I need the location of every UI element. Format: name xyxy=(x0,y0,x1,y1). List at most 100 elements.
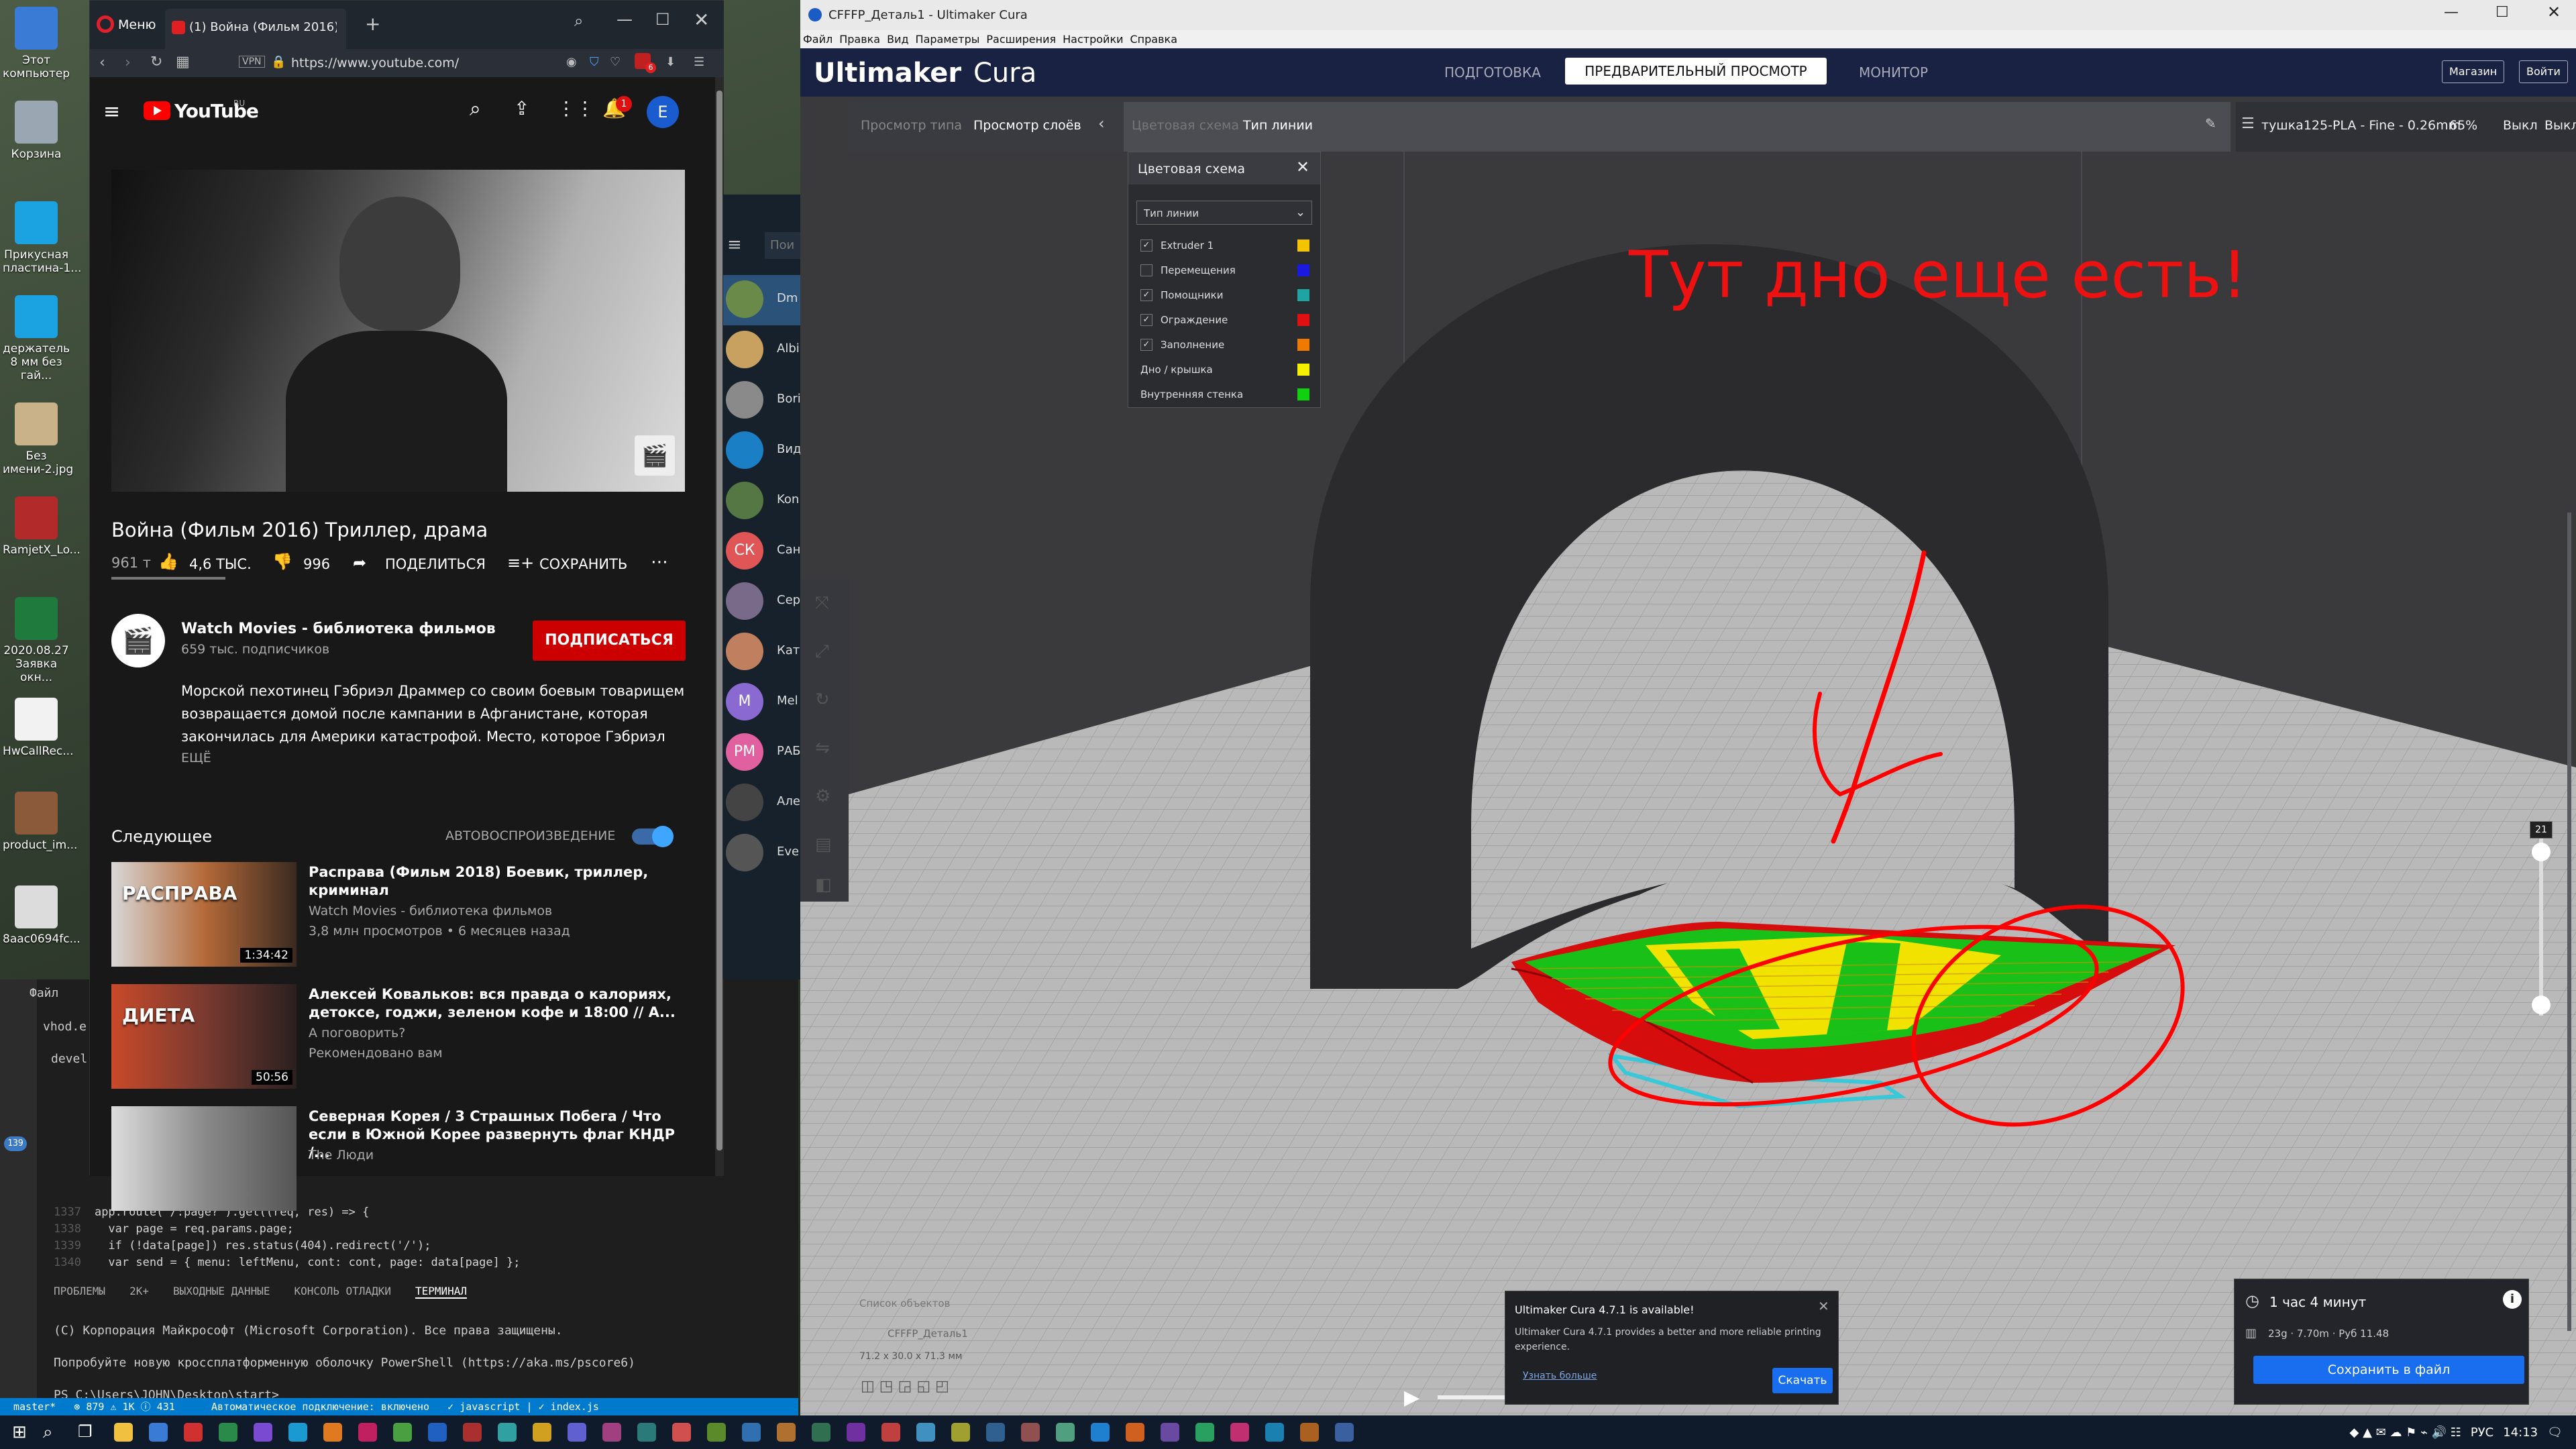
taskbar-app-icon[interactable] xyxy=(812,1423,830,1442)
tg-chat-item[interactable]: PM РАБ xyxy=(723,728,800,778)
taskbar-app-icon[interactable] xyxy=(881,1423,900,1442)
mirror-tool-icon[interactable]: ⇋ xyxy=(815,738,830,758)
speed-dial-icon[interactable]: ▦ xyxy=(176,54,190,70)
tg-chat-item[interactable]: Dm xyxy=(723,275,800,325)
taskbar-app-icon[interactable] xyxy=(742,1423,761,1442)
search-icon[interactable]: ⌕ xyxy=(574,11,583,30)
maximize-icon[interactable]: ☐ xyxy=(655,10,670,29)
taskbar-app-icon[interactable] xyxy=(1300,1423,1319,1442)
taskbar-app-icon[interactable] xyxy=(986,1423,1005,1442)
color-scheme-bar[interactable]: Цветовая схема Тип линии ✎ xyxy=(1124,102,2231,152)
taskbar-app-icon[interactable] xyxy=(288,1423,307,1442)
share-icon[interactable]: ➦ xyxy=(353,553,366,572)
vscode-tab[interactable]: vhod.e xyxy=(43,1020,87,1034)
taskbar-app-icon[interactable] xyxy=(951,1423,970,1442)
taskbar-app-icon[interactable] xyxy=(254,1423,272,1442)
taskbar-app-icon[interactable] xyxy=(847,1423,865,1442)
save-button[interactable]: СОХРАНИТЬ xyxy=(539,556,627,572)
recommendation-item[interactable]: ДИЕТА 50:56 Алексей Ковальков: вся правда … xyxy=(111,984,702,1098)
collapse-icon[interactable]: ‹ xyxy=(1098,114,1105,133)
reload-icon[interactable]: ↻ xyxy=(150,54,162,70)
vscode-tab-2[interactable]: devel xyxy=(51,1052,87,1066)
channel-name[interactable]: Watch Movies - библиотека фильмов xyxy=(181,621,496,637)
task-view-icon[interactable]: ❐ xyxy=(78,1422,93,1441)
desktop-icon[interactable]: Без имени-2.jpg xyxy=(3,402,73,476)
move-tool-icon[interactable]: ⤧ xyxy=(815,593,829,614)
info-icon[interactable]: i xyxy=(2503,1290,2522,1309)
taskbar-app-icon[interactable] xyxy=(428,1423,447,1442)
taskbar-app-icon[interactable] xyxy=(114,1423,133,1442)
avatar[interactable]: E xyxy=(647,96,679,128)
taskbar-app-icon[interactable] xyxy=(637,1423,656,1442)
yt-search-icon[interactable]: ⌕ xyxy=(470,97,481,121)
tg-search-input[interactable]: Пои xyxy=(765,232,800,259)
legend-checkbox[interactable]: ✓ xyxy=(1140,289,1152,301)
notifications-icon[interactable]: 🗨 xyxy=(2547,1426,2563,1440)
easy-setup-icon[interactable]: ☰ xyxy=(694,55,704,69)
support-blocker-icon[interactable]: ▤ xyxy=(815,835,832,855)
tg-chat-item[interactable]: СК Сан xyxy=(723,527,800,577)
sign-in-button[interactable]: Войти xyxy=(2519,60,2568,83)
tg-chat-item[interactable]: Але xyxy=(723,778,800,828)
forward-icon[interactable]: › xyxy=(125,54,131,71)
subscribe-button[interactable]: ПОДПИСАТЬСЯ xyxy=(533,621,686,661)
tg-chat-item[interactable]: Kon xyxy=(723,476,800,527)
like-icon[interactable]: 👍 xyxy=(158,552,178,571)
taskbar-app-icon[interactable] xyxy=(498,1423,517,1442)
legend-checkbox[interactable]: ✓ xyxy=(1140,339,1152,351)
clock[interactable]: 14:13 xyxy=(2503,1426,2538,1440)
legend-checkbox[interactable]: ✓ xyxy=(1140,239,1152,252)
taskbar-app-icon[interactable] xyxy=(219,1423,237,1442)
line-type-dropdown[interactable]: Тип линии ⌄ xyxy=(1136,201,1312,225)
video-thumbnail[interactable] xyxy=(111,1106,297,1211)
desktop-icon[interactable]: держатель 8 мм без гай... xyxy=(3,295,70,382)
taskbar-app-icon[interactable] xyxy=(1230,1423,1249,1442)
vscode-file-menu[interactable]: Файл xyxy=(30,986,58,1000)
recommendation-item[interactable]: Северная Корея / 3 Страшных Побега / Что… xyxy=(111,1106,702,1220)
cura-maximize-icon[interactable]: ☐ xyxy=(2496,4,2509,21)
viewport-scrollbar[interactable] xyxy=(2567,513,2571,1331)
heart-icon[interactable]: ♡ xyxy=(610,55,621,69)
desktop-icon[interactable]: Этот компьютер xyxy=(3,7,70,80)
taskbar-app-icon[interactable] xyxy=(1265,1423,1284,1442)
scale-tool-icon[interactable]: ⤢ xyxy=(815,641,829,662)
cura-menu-item[interactable]: Расширения xyxy=(986,33,1056,46)
tg-chat-item[interactable]: Кат xyxy=(723,627,800,678)
browser-tab[interactable]: (1) Война (Фильм 2016) Т xyxy=(165,9,346,49)
download-icon[interactable]: ⬇ xyxy=(665,55,676,69)
taskbar-app-icon[interactable] xyxy=(533,1423,551,1442)
tray-icons[interactable]: ◆ ▲ ✉ ☁ ⚑ ⌁ 🔊 ☷ xyxy=(2350,1426,2461,1440)
desktop-icon[interactable]: HwCallRec... xyxy=(3,698,74,758)
taskbar-app-icon[interactable] xyxy=(149,1423,168,1442)
panel-tab[interactable]: ПРОБЛЕМЫ xyxy=(54,1285,105,1299)
panel-tab[interactable]: ВЫХОДНЫЕ ДАННЫЕ xyxy=(173,1285,270,1299)
taskbar-app-icon[interactable] xyxy=(602,1423,621,1442)
object-list-toggle[interactable]: Список объектов xyxy=(859,1297,950,1309)
desktop-icon[interactable]: 2020.08.27 Заявка окн... xyxy=(3,597,70,684)
taskbar-app-icon[interactable] xyxy=(393,1423,412,1442)
upload-icon[interactable]: ⇪ xyxy=(514,97,529,119)
stage-preview-tab[interactable]: ПРЕДВАРИТЕЛЬНЫЙ ПРОСМОТР xyxy=(1565,58,1827,85)
cura-menu-item[interactable]: Вид xyxy=(887,33,908,46)
panel-tab[interactable]: КОНСОЛЬ ОТЛАДКИ xyxy=(294,1285,391,1299)
stage-prepare-tab[interactable]: ПОДГОТОВКА xyxy=(1444,64,1541,80)
autoplay-toggle[interactable] xyxy=(632,826,674,847)
taskbar-app-icon[interactable] xyxy=(1126,1423,1144,1442)
extra-tool-icon[interactable]: ◧ xyxy=(815,875,832,895)
taskbar-app-icon[interactable] xyxy=(707,1423,726,1442)
taskbar-app-icon[interactable] xyxy=(1091,1423,1110,1442)
dislike-count[interactable]: 996 xyxy=(303,556,330,572)
taskbar-app-icon[interactable] xyxy=(358,1423,377,1442)
video-thumbnail[interactable]: ДИЕТА 50:56 xyxy=(111,984,297,1089)
desktop-icon[interactable]: Прикусная пластина-1... xyxy=(3,201,81,275)
url-field[interactable]: https://www.youtube.com/ xyxy=(291,56,559,70)
stage-monitor-tab[interactable]: МОНИТОР xyxy=(1859,64,1928,80)
taskbar-app-icon[interactable] xyxy=(323,1423,342,1442)
cura-menu-item[interactable]: Параметры xyxy=(916,33,980,46)
start-icon[interactable]: ⊞ xyxy=(12,1422,27,1442)
save-to-file-button[interactable]: Сохранить в файл xyxy=(2253,1356,2524,1384)
notification-close-icon[interactable]: ✕ xyxy=(1818,1298,1829,1314)
desktop-icon[interactable]: 8aac0694fc... xyxy=(3,885,80,946)
opera-logo-icon[interactable] xyxy=(97,15,114,33)
tg-menu-icon[interactable]: ≡ xyxy=(727,235,742,255)
